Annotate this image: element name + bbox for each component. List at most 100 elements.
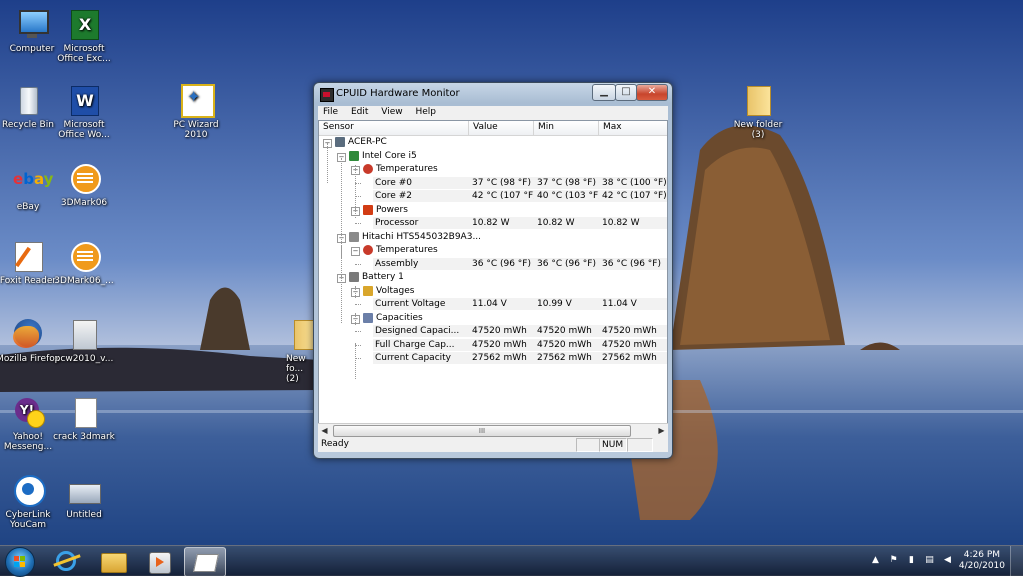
- desktop-icon-crack-3dmark[interactable]: crack 3dmark: [52, 396, 116, 442]
- desktop-icon-yahoo-messenger[interactable]: Y! Yahoo! Messeng...: [0, 396, 60, 452]
- show-desktop-button[interactable]: [1010, 546, 1023, 576]
- volume-icon[interactable]: ◀: [942, 555, 953, 566]
- sensor-label: Processor: [375, 218, 419, 228]
- start-button[interactable]: [5, 547, 35, 577]
- word-icon: W: [67, 84, 101, 118]
- sensor-row[interactable]: Designed Capaci... 47520 mWh 47520 mWh 4752…: [319, 325, 667, 338]
- column-header: Sensor Value Min Max: [319, 121, 667, 136]
- scroll-thumb[interactable]: III: [333, 425, 631, 437]
- windows-logo-icon: [14, 556, 26, 568]
- network-icon[interactable]: ▤: [924, 555, 935, 566]
- menu-help[interactable]: Help: [410, 106, 441, 117]
- tree-node[interactable]: − Temperatures: [319, 163, 667, 176]
- sensor-label: Assembly: [375, 258, 419, 269]
- sensor-value: 11.04 V: [469, 298, 536, 310]
- sensor-label: Capacities: [376, 312, 423, 323]
- status-pane-scroll: [627, 438, 653, 452]
- taskbar-internet-explorer[interactable]: [47, 547, 87, 575]
- desktop-icon-word[interactable]: W Microsoft Office Wo...: [52, 84, 116, 140]
- sensor-min: 40 °C (103 °F): [534, 190, 602, 202]
- menu-bar: File Edit View Help: [318, 106, 668, 120]
- desktop-icon-recycle-bin[interactable]: Recycle Bin: [0, 84, 60, 130]
- tree-guide-line: [355, 343, 356, 379]
- desktop-icon-new-folder-3[interactable]: New folder (3): [726, 84, 790, 140]
- sensor-label: ACER-PC: [348, 137, 387, 147]
- sensor-label: Designed Capaci...: [375, 326, 460, 336]
- cpuid-app-icon: [320, 88, 334, 102]
- tree-node[interactable]: − ACER-PC: [319, 136, 667, 149]
- desktop-icon-ebay[interactable]: ebay eBay: [0, 166, 60, 213]
- tree-node[interactable]: − Capacities: [319, 312, 667, 325]
- tree-node[interactable]: − Intel Core i5: [319, 150, 667, 163]
- folder-icon: [741, 84, 775, 118]
- installer-icon: [67, 318, 101, 352]
- hardware-monitor-window[interactable]: CPUID Hardware Monitor ▁ □ ✕ File Edit V…: [313, 82, 673, 459]
- menu-file[interactable]: File: [318, 106, 343, 117]
- maximize-button[interactable]: □: [615, 84, 637, 101]
- desktop-icon-3dmark06[interactable]: 3DMark06: [52, 162, 116, 208]
- tree-node[interactable]: − Battery 1: [319, 271, 667, 284]
- sensor-row[interactable]: Core #0 37 °C (98 °F) 37 °C (98 °F) 38 °C (…: [319, 176, 667, 190]
- sensor-row[interactable]: Core #2 42 °C (107 °F) 40 °C (103 °F) 42 °C…: [319, 190, 667, 203]
- tree-guide-line: [355, 165, 356, 211]
- sensor-min: 37 °C (98 °F): [534, 176, 601, 189]
- desktop-icon-excel[interactable]: X Microsoft Office Exc...: [52, 8, 116, 64]
- thermometer-icon: [363, 164, 373, 174]
- desktop-icon-3dmark06-2[interactable]: 3DMark06_...: [52, 240, 116, 286]
- menu-view[interactable]: View: [376, 106, 407, 117]
- desktop-icon-untitled[interactable]: Untitled: [52, 474, 116, 520]
- text-file-icon: [67, 396, 101, 430]
- column-min[interactable]: Min: [534, 121, 599, 135]
- column-sensor[interactable]: Sensor: [319, 121, 469, 135]
- sensor-row[interactable]: Processor 10.82 W 10.82 W 10.82 W: [319, 217, 667, 230]
- desktop-icon-pcw2010[interactable]: pcw2010_v...: [52, 318, 116, 364]
- scroll-left-icon[interactable]: ◀: [318, 424, 331, 437]
- desktop-icon-cyberlink-youcam[interactable]: CyberLink YouCam: [0, 474, 60, 530]
- sensor-row[interactable]: Current Voltage 11.04 V 10.99 V 11.04 V: [319, 298, 667, 311]
- sensor-value: 47520 mWh: [469, 338, 536, 351]
- hard-disk-icon: [349, 231, 359, 242]
- tree-node[interactable]: − Powers: [319, 204, 667, 217]
- firefox-icon: [11, 318, 45, 352]
- battery-icon[interactable]: ▮: [906, 555, 917, 566]
- tree-guide-line: [327, 143, 328, 183]
- close-button[interactable]: ✕: [636, 84, 668, 101]
- show-hidden-icons-icon[interactable]: ▲: [870, 555, 881, 566]
- tree-connector: [355, 263, 361, 265]
- sensor-min: 36 °C (96 °F): [534, 257, 601, 270]
- title-bar[interactable]: CPUID Hardware Monitor ▁ □ ✕: [314, 83, 672, 105]
- computer-icon: [335, 137, 345, 147]
- desktop-icon-firefox[interactable]: Mozilla Firefox: [0, 318, 60, 364]
- taskbar-pc-wizard[interactable]: [184, 547, 226, 577]
- column-value[interactable]: Value: [469, 121, 534, 135]
- taskbar-windows-explorer[interactable]: [93, 547, 133, 575]
- action-center-icon[interactable]: ⚑: [888, 555, 899, 566]
- taskbar-media-player[interactable]: [139, 547, 179, 575]
- tree-connector: [355, 331, 361, 332]
- sensor-row[interactable]: Current Capacity 27562 mWh 27562 mWh 27562 …: [319, 352, 667, 365]
- sensor-row[interactable]: Full Charge Cap... 47520 mWh 47520 mWh 4752…: [319, 338, 667, 352]
- sensor-row[interactable]: Assembly 36 °C (96 °F) 36 °C (96 °F) 36 °C …: [319, 257, 667, 271]
- tree-node[interactable]: − Voltages: [319, 285, 667, 298]
- sensor-value: 36 °C (96 °F): [469, 257, 536, 270]
- tree-node[interactable]: − Hitachi HTS545032B9A3...: [319, 231, 667, 244]
- sensor-label: Voltages: [376, 285, 415, 296]
- clock[interactable]: 4:26 PM 4/20/2010: [959, 550, 1005, 572]
- sensor-max: 11.04 V: [599, 298, 667, 310]
- folder-icon: [288, 318, 314, 352]
- minimize-button[interactable]: ▁: [592, 84, 616, 101]
- sensor-tree-view[interactable]: Sensor Value Min Max − ACER-PC − Intel Core…: [318, 120, 668, 437]
- collapse-icon[interactable]: −: [351, 247, 360, 256]
- cpu-icon: [349, 150, 359, 161]
- battery-icon: [349, 272, 359, 282]
- horizontal-scrollbar[interactable]: ◀ III ▶: [318, 423, 668, 437]
- tree-connector: [355, 223, 361, 224]
- desktop-icon-new-folder-2[interactable]: New fo... (2): [270, 318, 314, 384]
- scroll-right-icon[interactable]: ▶: [655, 424, 668, 437]
- menu-edit[interactable]: Edit: [346, 106, 373, 117]
- tree-node[interactable]: − Temperatures: [319, 244, 667, 257]
- column-max[interactable]: Max: [599, 121, 667, 135]
- desktop-icon-pc-wizard[interactable]: ✦ PC Wizard 2010: [164, 84, 228, 140]
- window-title: CPUID Hardware Monitor: [336, 88, 460, 99]
- desktop-icon-foxit-reader[interactable]: Foxit Reader: [0, 240, 60, 286]
